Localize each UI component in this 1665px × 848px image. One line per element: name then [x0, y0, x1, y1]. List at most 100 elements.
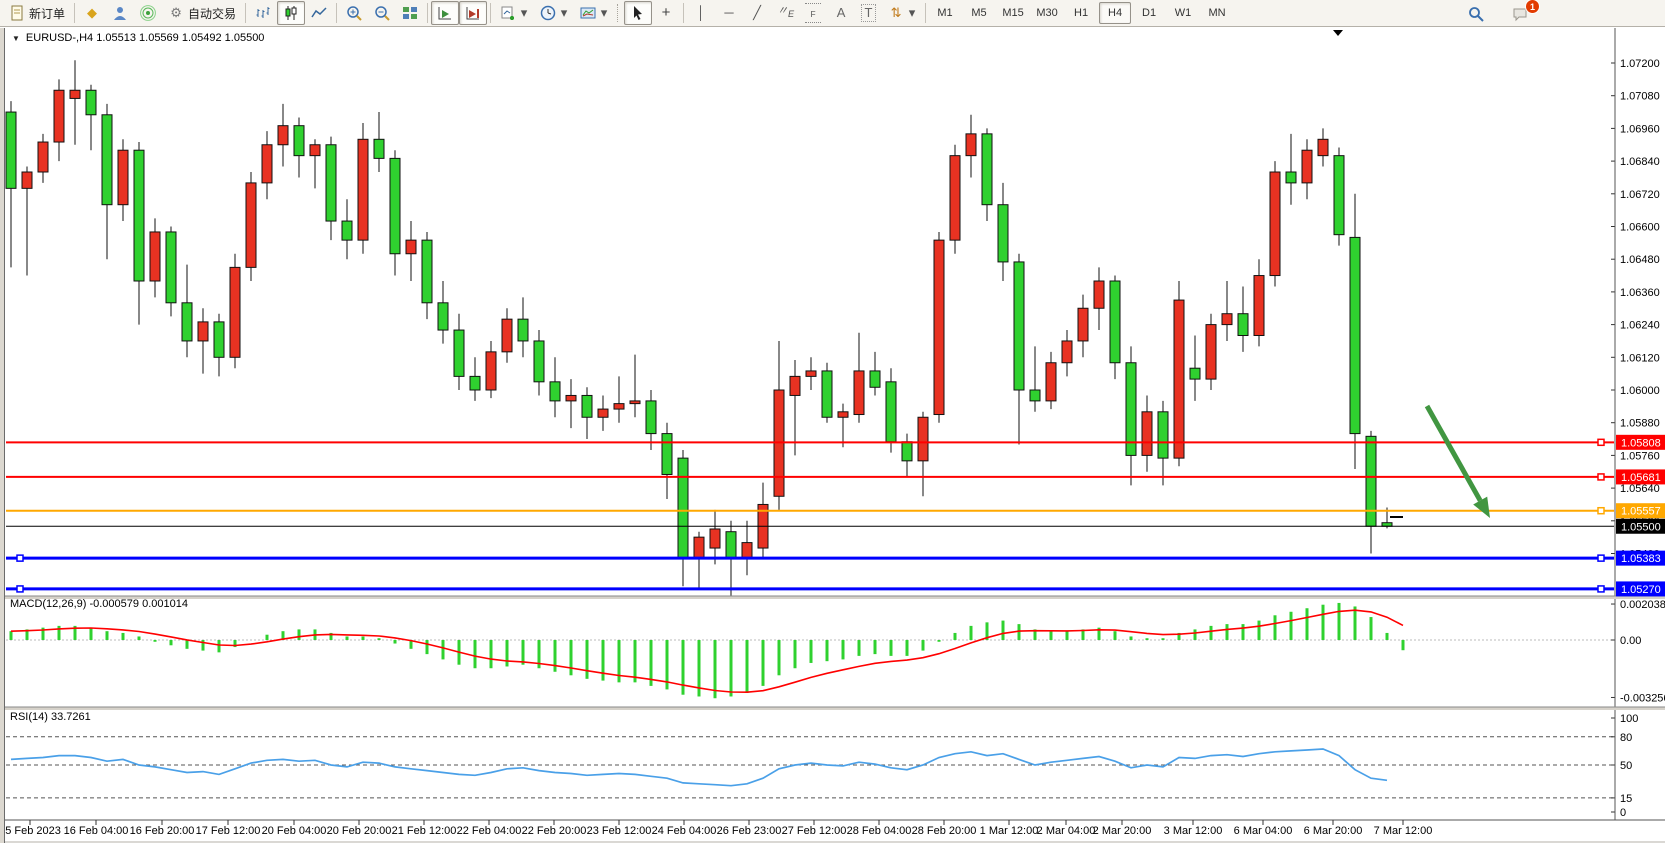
timeframe-M30[interactable]: M30	[1031, 2, 1063, 24]
template-icon	[580, 5, 596, 21]
svg-text:0: 0	[1620, 807, 1626, 819]
svg-text:24 Feb 04:00: 24 Feb 04:00	[652, 825, 717, 837]
chart-canvas[interactable]: 1.072001.070801.069601.068401.067201.066…	[0, 28, 1665, 843]
person-icon	[112, 5, 128, 21]
svg-text:22 Feb 04:00: 22 Feb 04:00	[457, 825, 522, 837]
horizontal-line-icon: ─	[721, 5, 737, 21]
zoom-out-button[interactable]	[368, 1, 396, 25]
vertical-line-icon: │	[693, 5, 709, 21]
dropdown-icon: ▾	[908, 5, 916, 21]
dropdown-icon: ▾	[600, 5, 608, 21]
accounts-button[interactable]	[106, 1, 134, 25]
svg-text:100: 100	[1620, 713, 1638, 725]
svg-text:1.06360: 1.06360	[1620, 287, 1660, 299]
svg-text:20 Feb 04:00: 20 Feb 04:00	[262, 825, 327, 837]
svg-text:7 Mar 12:00: 7 Mar 12:00	[1374, 825, 1433, 837]
separator	[427, 3, 428, 23]
chart-window: 1.072001.070801.069601.068401.067201.066…	[0, 28, 1665, 843]
channel-tool-button[interactable]: 〃E	[771, 1, 799, 25]
svg-text:1.06000: 1.06000	[1620, 385, 1660, 397]
new-order-button[interactable]: 新订单	[3, 1, 71, 25]
svg-text:2 Mar 04:00: 2 Mar 04:00	[1037, 825, 1096, 837]
svg-text:2 Mar 20:00: 2 Mar 20:00	[1093, 825, 1152, 837]
svg-text:15 Feb 2023: 15 Feb 2023	[0, 825, 61, 837]
template-button[interactable]: ▾	[574, 1, 614, 25]
period-button[interactable]: ▾	[534, 1, 574, 25]
auto-trading-button[interactable]: ⚙ 自动交易	[162, 1, 242, 25]
tile-windows-button[interactable]	[396, 1, 424, 25]
svg-text:1.05640: 1.05640	[1620, 483, 1660, 495]
label-tool-icon: T	[861, 4, 876, 22]
rsi-label: RSI(14) 33.7261	[10, 711, 91, 723]
new-chart-button[interactable]: ▾	[494, 1, 534, 25]
zoom-out-icon	[374, 5, 390, 21]
clock-icon	[540, 5, 556, 21]
svg-text:1.06840: 1.06840	[1620, 156, 1660, 168]
zoom-in-button[interactable]	[340, 1, 368, 25]
svg-text:1.06600: 1.06600	[1620, 222, 1660, 234]
trendline-tool-button[interactable]: ╱	[743, 1, 771, 25]
svg-text:6 Mar 04:00: 6 Mar 04:00	[1234, 825, 1293, 837]
timeframe-D1[interactable]: D1	[1133, 2, 1165, 24]
svg-text:1.06720: 1.06720	[1620, 189, 1660, 201]
horizontal-line-tool-button[interactable]: ─	[715, 1, 743, 25]
timeframe-MN[interactable]: MN	[1201, 2, 1233, 24]
svg-text:50: 50	[1620, 760, 1632, 772]
svg-text:1.05270: 1.05270	[1621, 584, 1661, 596]
separator	[925, 3, 926, 23]
chart-shift-icon	[465, 5, 481, 21]
timeframe-W1[interactable]: W1	[1167, 2, 1199, 24]
svg-text:6 Mar 20:00: 6 Mar 20:00	[1304, 825, 1363, 837]
svg-text:16 Feb 04:00: 16 Feb 04:00	[64, 825, 129, 837]
svg-text:1.06120: 1.06120	[1620, 352, 1660, 364]
search-button[interactable]	[1462, 2, 1490, 26]
signals-button[interactable]	[134, 1, 162, 25]
candlestick-chart-button[interactable]	[277, 1, 305, 25]
svg-text:1.05681: 1.05681	[1621, 472, 1661, 484]
chart-shift-button[interactable]	[459, 1, 487, 25]
trendline-icon: ╱	[749, 5, 765, 21]
bar-chart-button[interactable]	[249, 1, 277, 25]
timeframe-H1[interactable]: H1	[1065, 2, 1097, 24]
svg-text:15: 15	[1620, 793, 1632, 805]
timeframe-M1[interactable]: M1	[929, 2, 961, 24]
svg-text:20 Feb 20:00: 20 Feb 20:00	[327, 825, 392, 837]
timeframe-H4[interactable]: H4	[1099, 2, 1131, 24]
svg-text:1.06960: 1.06960	[1620, 123, 1660, 135]
svg-text:17 Feb 12:00: 17 Feb 12:00	[196, 825, 261, 837]
text-tool-button[interactable]: A	[827, 1, 855, 25]
dropdown-icon: ▾	[560, 5, 568, 21]
notifications-button[interactable]: 1	[1506, 2, 1534, 26]
line-chart-button[interactable]	[305, 1, 333, 25]
auto-scroll-button[interactable]	[431, 1, 459, 25]
timeframe-M15[interactable]: M15	[997, 2, 1029, 24]
crosshair-tool-button[interactable]: +	[652, 1, 680, 25]
arrows-tool-icon: ⇅	[888, 5, 904, 21]
text-tool-icon: A	[833, 5, 849, 21]
svg-text:27 Feb 12:00: 27 Feb 12:00	[782, 825, 847, 837]
fibonacci-tool-button[interactable]: F	[799, 1, 827, 25]
separator	[683, 3, 684, 23]
toolbar-right-icons: 1	[1462, 2, 1534, 26]
collapse-arrow-icon[interactable]: ▼	[12, 34, 20, 43]
timeframe-M5[interactable]: M5	[963, 2, 995, 24]
tile-windows-icon	[402, 5, 418, 21]
label-tool-button[interactable]: T	[855, 1, 882, 25]
arrows-tool-button[interactable]: ⇅▾	[882, 1, 922, 25]
svg-text:1.05808: 1.05808	[1621, 437, 1661, 449]
notification-badge: 1	[1525, 0, 1540, 14]
toolbar-grip	[617, 4, 621, 22]
cursor-tool-button[interactable]	[624, 1, 652, 25]
svg-text:1.05383: 1.05383	[1621, 553, 1661, 565]
svg-text:1.07200: 1.07200	[1620, 58, 1660, 70]
new-order-icon	[9, 5, 25, 21]
svg-text:22 Feb 20:00: 22 Feb 20:00	[522, 825, 587, 837]
separator	[336, 3, 337, 23]
svg-text:1.05760: 1.05760	[1620, 450, 1660, 462]
svg-text:1.05880: 1.05880	[1620, 418, 1660, 430]
separator	[490, 3, 491, 23]
svg-text:1.05557: 1.05557	[1621, 506, 1661, 518]
market-watch-button[interactable]: ◆	[78, 1, 106, 25]
vertical-line-tool-button[interactable]: │	[687, 1, 715, 25]
svg-text:1 Mar 12:00: 1 Mar 12:00	[980, 825, 1039, 837]
